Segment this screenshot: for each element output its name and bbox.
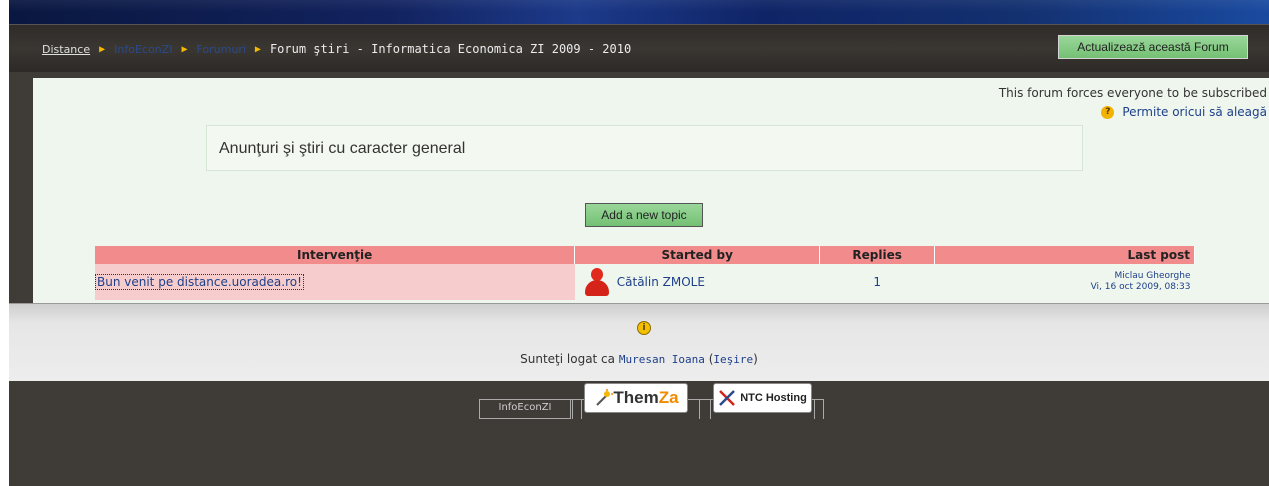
ntc-hosting-label: NTC Hosting bbox=[740, 392, 807, 404]
last-post-cell: Miclau Gheorghe Vi, 16 oct 2009, 08:33 bbox=[935, 264, 1195, 300]
topic-link[interactable]: Bun venit pe distance.uoradea.ro! bbox=[95, 274, 304, 290]
user-icon[interactable] bbox=[583, 268, 609, 296]
login-info-prefix: Sunteţi logat ca bbox=[520, 352, 619, 366]
discussion-table: Intervenţie Started by Replies Last post… bbox=[95, 246, 1195, 300]
footer-tab-gap bbox=[572, 399, 582, 419]
breadcrumb-link-course[interactable]: InfoEconZI bbox=[114, 43, 172, 56]
bottom-bar: InfoEconZI Them Za NTC Hosting bbox=[9, 381, 1269, 486]
logged-user-link[interactable]: Muresan Ioana bbox=[619, 353, 705, 366]
started-by-cell: Cătălin ZMOLE bbox=[575, 264, 820, 300]
column-header-started-by[interactable]: Started by bbox=[574, 246, 821, 264]
breadcrumb-separator-icon: ▶ bbox=[181, 43, 188, 55]
table-header-row: Intervenţie Started by Replies Last post bbox=[95, 246, 1195, 264]
subscription-note-text: This forum forces everyone to be subscri… bbox=[998, 86, 1267, 100]
footer-tab-gap bbox=[814, 399, 824, 419]
top-banner-shade bbox=[9, 0, 1269, 12]
update-forum-button[interactable]: Actualizează această Forum bbox=[1058, 35, 1248, 59]
forum-intro-text: Anunţuri şi ştiri cu caracter general bbox=[219, 140, 466, 157]
forum-intro: Anunţuri şi ştiri cu caracter general bbox=[206, 125, 1083, 171]
wand-icon bbox=[596, 389, 614, 406]
starter: Cătălin ZMOLE bbox=[583, 268, 820, 296]
footer-tab-gap bbox=[699, 399, 711, 419]
column-header-last-post[interactable]: Last post bbox=[934, 246, 1195, 264]
info-icon[interactable]: i bbox=[637, 321, 651, 335]
logout-link[interactable]: Ieşire bbox=[713, 353, 753, 366]
column-header-replies[interactable]: Replies bbox=[819, 246, 936, 264]
page-footer: i Sunteţi logat ca Muresan Ioana (Ieşire… bbox=[9, 303, 1269, 381]
column-header-topic[interactable]: Intervenţie bbox=[95, 246, 576, 264]
breadcrumb-link-distance[interactable]: Distance bbox=[42, 43, 90, 56]
breadcrumb: Distance ▶ InfoEconZI ▶ Forumuri ▶ Forum… bbox=[42, 40, 631, 58]
starter-name-link[interactable]: Cătălin ZMOLE bbox=[617, 275, 705, 289]
breadcrumb-link-forums[interactable]: Forumuri bbox=[196, 43, 245, 56]
last-post-date-link[interactable]: Vi, 16 oct 2009, 08:33 bbox=[935, 282, 1191, 293]
help-icon[interactable]: ? bbox=[1101, 105, 1115, 119]
last-post-author-link[interactable]: Miclau Gheorghe bbox=[935, 271, 1190, 282]
main-content: This forum forces everyone to be subscri… bbox=[33, 78, 1269, 304]
table-row: Bun venit pe distance.uoradea.ro! Cătăli… bbox=[95, 264, 1195, 300]
navbar: Distance ▶ InfoEconZI ▶ Forumuri ▶ Forum… bbox=[9, 24, 1269, 72]
subscription-note: This forum forces everyone to be subscri… bbox=[999, 86, 1267, 119]
replies-cell: 1 bbox=[820, 264, 935, 300]
permit-choice-link[interactable]: Permite oricui să aleagă bbox=[1122, 105, 1267, 119]
themza-logo-za: Za bbox=[658, 388, 679, 407]
themza-badge[interactable]: Them Za bbox=[584, 383, 688, 413]
ntc-logo-icon bbox=[719, 390, 736, 406]
footer-tab-infoeconzi[interactable]: InfoEconZI bbox=[479, 399, 571, 419]
topic-cell: Bun venit pe distance.uoradea.ro! bbox=[95, 264, 575, 300]
replies-link[interactable]: 1 bbox=[873, 275, 881, 289]
subscription-options: ? Permite oricui să aleagă bbox=[999, 105, 1267, 119]
breadcrumb-current: Forum ştiri - Informatica Economica ZI 2… bbox=[269, 42, 632, 56]
themza-logo-them: Them bbox=[613, 388, 659, 407]
add-topic-button[interactable]: Add a new topic bbox=[585, 203, 703, 227]
login-info: Sunteţi logat ca Muresan Ioana (Ieşire) bbox=[520, 352, 758, 366]
breadcrumb-separator-icon: ▶ bbox=[254, 43, 261, 55]
breadcrumb-separator-icon: ▶ bbox=[99, 43, 106, 55]
ntc-hosting-badge[interactable]: NTC Hosting bbox=[713, 383, 812, 413]
